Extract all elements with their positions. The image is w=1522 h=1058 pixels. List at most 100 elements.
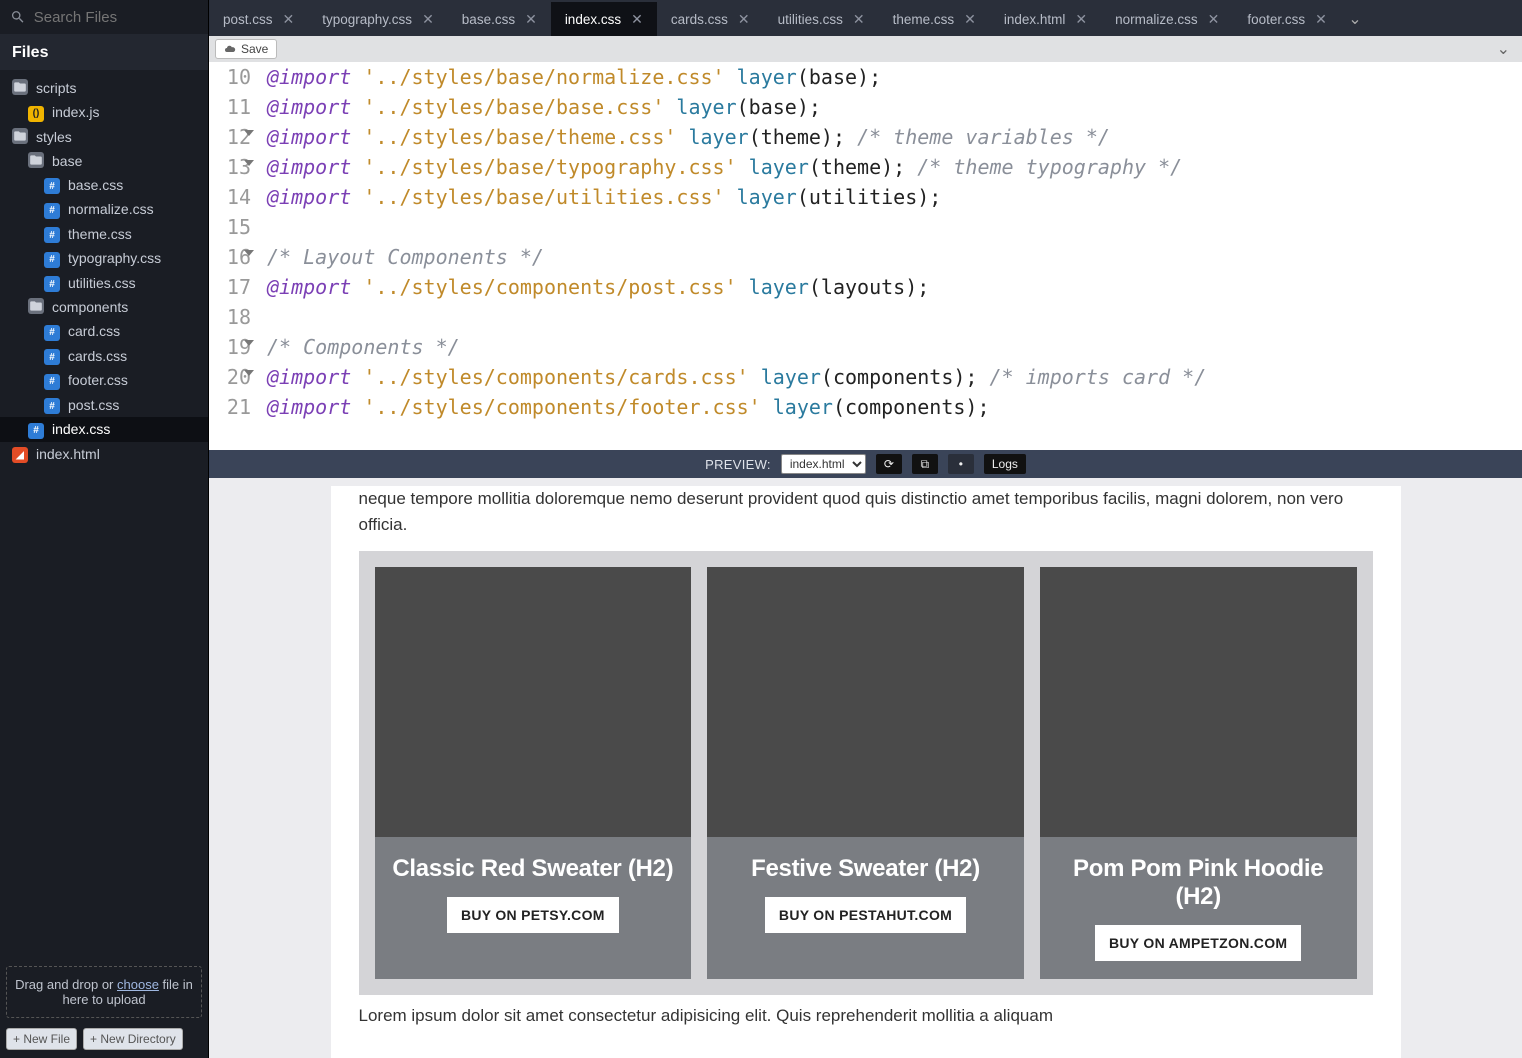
tab-label: typography.css — [322, 12, 412, 27]
close-icon[interactable]: ✕ — [738, 11, 750, 28]
file-item[interactable]: #card.css — [0, 319, 208, 344]
css-file-icon: # — [44, 203, 60, 219]
choose-file-link[interactable]: choose — [117, 977, 159, 992]
line-number: 16 — [209, 242, 251, 272]
css-file-icon: # — [44, 349, 60, 365]
code-line[interactable]: /* Components */ — [267, 332, 1522, 362]
file-label: card.css — [68, 323, 120, 339]
file-label: footer.css — [68, 372, 128, 388]
folder-item[interactable]: components — [0, 295, 208, 319]
refresh-button[interactable]: ⟳ — [876, 454, 902, 474]
fold-icon[interactable] — [244, 250, 254, 256]
save-label: Save — [241, 42, 268, 56]
editor-tab[interactable]: index.html ✕ — [990, 0, 1101, 36]
file-item[interactable]: ()index.js — [0, 100, 208, 125]
css-file-icon: # — [28, 423, 44, 439]
search-input[interactable] — [34, 9, 198, 26]
file-label: utilities.css — [68, 275, 136, 291]
product-card: Classic Red Sweater (H2) BUY ON PETSY.CO… — [375, 567, 692, 979]
card-title: Classic Red Sweater (H2) — [392, 855, 673, 883]
file-item[interactable]: ◢index.html — [0, 442, 208, 467]
editor-tab[interactable]: typography.css ✕ — [308, 2, 448, 36]
file-item[interactable]: #typography.css — [0, 246, 208, 271]
file-item[interactable]: #post.css — [0, 393, 208, 418]
editor-tab[interactable]: index.css✕ — [551, 0, 657, 36]
code-line[interactable] — [267, 212, 1522, 242]
new-directory-button[interactable]: + New Directory — [83, 1028, 183, 1050]
file-item[interactable]: #normalize.css — [0, 197, 208, 222]
editor-tab[interactable]: footer.css✕ — [1233, 2, 1341, 36]
code-line[interactable]: /* Layout Components */ — [267, 242, 1522, 272]
file-item[interactable]: #cards.css — [0, 344, 208, 369]
file-item[interactable]: # footer.css — [0, 368, 208, 393]
close-icon[interactable]: ✕ — [853, 11, 865, 28]
folder-item[interactable]: scripts — [0, 76, 208, 100]
editor-tab[interactable]: post.css✕ — [209, 2, 308, 36]
fold-icon[interactable] — [244, 340, 254, 346]
card-image — [707, 567, 1024, 837]
editor-tab[interactable]: theme.css✕ — [879, 2, 990, 36]
code-line[interactable]: @import '../styles/components/footer.css… — [267, 392, 1522, 422]
files-header: Files — [0, 34, 208, 70]
file-item[interactable]: #theme.css — [0, 222, 208, 247]
line-number: 15 — [209, 212, 251, 242]
close-icon[interactable]: ✕ — [283, 11, 295, 28]
buy-button[interactable]: BUY ON PETSY.COM — [447, 897, 619, 933]
editor-tab[interactable]: base.css✕ — [448, 2, 551, 36]
fold-icon[interactable] — [244, 130, 254, 136]
preview-pane[interactable]: neque tempore mollitia doloremque nemo d… — [209, 478, 1522, 1058]
css-file-icon: # — [44, 374, 60, 390]
code-line[interactable]: @import '../styles/components/cards.css'… — [267, 362, 1522, 392]
code-line[interactable]: @import '../styles/base/base.css' layer(… — [267, 92, 1522, 122]
close-icon[interactable]: ✕ — [1315, 11, 1327, 28]
buy-button[interactable]: BUY ON AMPETZON.COM — [1095, 925, 1301, 961]
file-label: components — [52, 299, 128, 315]
close-icon[interactable]: ✕ — [422, 11, 434, 28]
preview-dot-button[interactable]: • — [948, 454, 974, 474]
code-line[interactable]: @import '../styles/base/normalize.css' l… — [267, 62, 1522, 92]
close-icon[interactable]: ✕ — [964, 11, 976, 28]
file-tree: scripts()index.jsstyles base #base.css#nor… — [0, 70, 208, 958]
file-label: base — [52, 153, 82, 169]
editor-tab[interactable]: cards.css✕ — [657, 2, 764, 36]
folder-item[interactable]: base — [0, 149, 208, 173]
code-line[interactable]: @import '../styles/base/typography.css' … — [267, 152, 1522, 182]
editor-tab[interactable]: utilities.css ✕ — [764, 2, 879, 36]
preview-file-select[interactable]: index.html — [781, 454, 866, 474]
folder-item[interactable]: styles — [0, 125, 208, 149]
file-label: post.css — [68, 397, 119, 413]
cards-container: Classic Red Sweater (H2) BUY ON PETSY.CO… — [359, 551, 1373, 995]
fold-icon[interactable] — [244, 370, 254, 376]
main-pane: post.css✕typography.css✕base.css✕index.c… — [209, 0, 1522, 1058]
fold-icon[interactable] — [244, 160, 254, 166]
tabs-overflow-icon[interactable]: ⌄ — [1341, 2, 1369, 36]
css-file-icon: # — [44, 227, 60, 243]
save-button[interactable]: Save — [215, 39, 277, 59]
code-line[interactable]: @import '../styles/base/theme.css' layer… — [267, 122, 1522, 152]
tab-label: utilities.css — [778, 12, 843, 27]
close-icon[interactable]: ✕ — [525, 11, 537, 28]
close-icon[interactable]: ✕ — [1075, 11, 1087, 28]
tab-label: index.html — [1004, 12, 1066, 27]
open-external-button[interactable]: ⧉ — [912, 454, 938, 474]
new-file-button[interactable]: + New File — [6, 1028, 77, 1050]
logs-button[interactable]: Logs — [984, 454, 1026, 474]
file-item[interactable]: # utilities.css — [0, 271, 208, 296]
code-editor[interactable]: 101112131415161718192021 @import '../sty… — [209, 62, 1522, 450]
code-line[interactable] — [267, 302, 1522, 332]
line-number: 11 — [209, 92, 251, 122]
product-card: Pom Pom Pink Hoodie (H2) BUY ON AMPETZON… — [1040, 567, 1357, 979]
css-file-icon: # — [44, 276, 60, 292]
file-item[interactable]: #index.css — [0, 417, 208, 442]
close-icon[interactable]: ✕ — [631, 11, 643, 28]
file-label: index.js — [52, 104, 99, 120]
file-item[interactable]: #base.css — [0, 173, 208, 198]
code-line[interactable]: @import '../styles/components/post.css' … — [267, 272, 1522, 302]
editor-tab[interactable]: normalize.css✕ — [1101, 0, 1233, 36]
close-icon[interactable]: ✕ — [1208, 11, 1220, 28]
buy-button[interactable]: BUY ON PESTAHUT.COM — [765, 897, 966, 933]
code-line[interactable]: @import '../styles/base/utilities.css' l… — [267, 182, 1522, 212]
line-number: 20 — [209, 362, 251, 392]
drop-zone[interactable]: Drag and drop or choose file in here to … — [6, 966, 202, 1018]
toolbar-more-icon[interactable]: ⌄ — [1491, 39, 1516, 59]
